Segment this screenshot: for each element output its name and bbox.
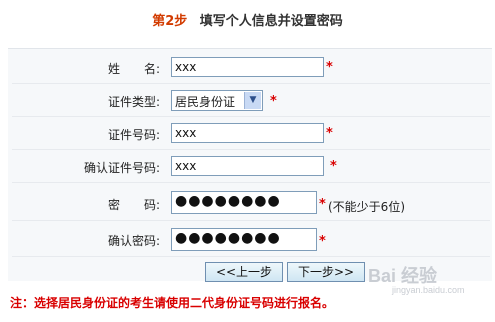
row-divider xyxy=(12,116,490,117)
step-title-text: 填写个人信息并设置密码 xyxy=(199,14,343,29)
name-label: 姓 名: xyxy=(107,62,160,76)
id-number-label: 证件号码: xyxy=(107,128,160,142)
password-hint: (不能少于6位) xyxy=(328,200,405,214)
id-type-label: 证件类型: xyxy=(107,95,160,109)
row-divider xyxy=(12,182,490,183)
row-divider xyxy=(12,256,490,257)
id-number-input[interactable]: xxx xyxy=(171,123,324,143)
step-title: 第2步 填写个人信息并设置密码 xyxy=(0,10,495,29)
password-input[interactable]: ●●●●●●●● xyxy=(171,191,317,214)
next-step-button[interactable]: 下一步>> xyxy=(287,262,365,282)
row-divider xyxy=(12,149,490,150)
confirm-id-input[interactable]: xxx xyxy=(171,156,324,176)
id-type-selected: 居民身份证 xyxy=(175,95,236,109)
chevron-down-icon[interactable]: ▼ xyxy=(244,92,261,109)
required-mark: * xyxy=(319,234,326,249)
confirm-id-label: 确认证件号码: xyxy=(83,161,160,175)
required-mark: * xyxy=(319,197,326,212)
confirm-password-label: 确认密码: xyxy=(107,234,160,248)
row-divider xyxy=(12,220,490,221)
step-number: 第2步 xyxy=(152,14,188,29)
row-divider xyxy=(12,83,490,84)
password-label: 密 码: xyxy=(107,198,160,212)
id-type-select[interactable]: 居民身份证 ▼ xyxy=(171,90,263,111)
required-mark: * xyxy=(326,126,333,141)
prev-step-button[interactable]: <<上一步 xyxy=(205,262,283,282)
required-mark: * xyxy=(270,94,277,109)
name-input[interactable]: xxx xyxy=(171,57,324,77)
confirm-password-input[interactable]: ●●●●●●●● xyxy=(171,228,317,251)
required-mark: * xyxy=(330,159,337,174)
notice-text: 注：选择居民身份证的考生请使用二代身份证号码进行报名。 xyxy=(10,296,335,310)
required-mark: * xyxy=(326,60,333,75)
